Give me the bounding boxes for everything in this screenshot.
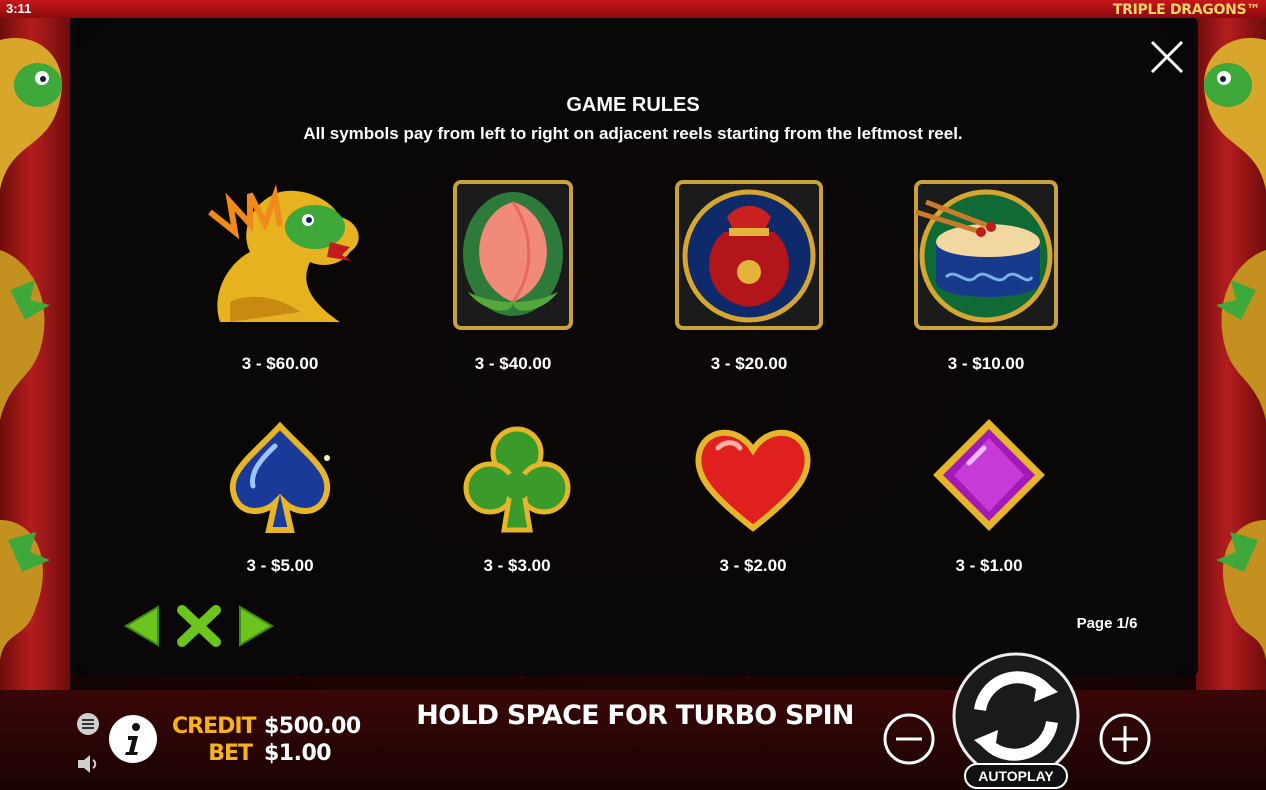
credit-value: $500.00 xyxy=(264,714,361,739)
money-bag-icon xyxy=(675,180,823,330)
turbo-spin-hint: HOLD SPACE FOR TURBO SPIN xyxy=(416,700,854,731)
symbol-card-dragon: 3 - $60.00 xyxy=(160,172,400,382)
diamond-icon xyxy=(933,419,1045,531)
payout-club: 3 - $3.00 xyxy=(483,556,551,575)
bet-value: $1.00 xyxy=(264,741,332,766)
drum-icon xyxy=(914,180,1058,330)
symbol-card-spade: 3 - $5.00 xyxy=(160,418,400,588)
payout-dragon: 3 - $60.00 xyxy=(241,354,319,373)
payout-money-bag: 3 - $20.00 xyxy=(710,354,788,373)
status-bar: 3:11 TRIPLE DRAGONS™ xyxy=(0,0,1266,18)
menu-icon[interactable] xyxy=(76,712,100,736)
payout-drum: 3 - $10.00 xyxy=(947,354,1025,373)
symbol-card-club: 3 - $3.00 xyxy=(397,418,637,588)
sound-icon[interactable] xyxy=(76,752,102,776)
game-title: TRIPLE DRAGONS™ xyxy=(1112,2,1260,18)
info-icon[interactable] xyxy=(108,714,158,764)
clock: 3:11 xyxy=(6,1,32,16)
peach-icon xyxy=(453,180,573,330)
club-icon xyxy=(463,426,571,533)
payout-peach: 3 - $40.00 xyxy=(474,354,552,373)
payout-spade: 3 - $5.00 xyxy=(246,556,314,575)
payout-diamond: 3 - $1.00 xyxy=(955,556,1023,575)
decrease-bet-icon[interactable] xyxy=(882,712,936,766)
heart-icon xyxy=(695,429,811,532)
rules-title: GAME RULES xyxy=(566,94,700,116)
spade-icon xyxy=(229,421,331,533)
page-indicator: Page 1/6 xyxy=(1076,615,1138,632)
increase-bet-icon[interactable] xyxy=(1098,712,1152,766)
credit-label: CREDIT xyxy=(172,714,257,739)
symbol-card-money-bag: 3 - $20.00 xyxy=(629,172,869,382)
symbol-card-diamond: 3 - $1.00 xyxy=(869,418,1109,588)
previous-page-icon[interactable] xyxy=(122,604,162,648)
symbol-card-peach: 3 - $40.00 xyxy=(393,172,633,382)
close-rules-x-icon[interactable] xyxy=(176,604,222,648)
autoplay-button[interactable]: AUTOPLAY xyxy=(964,763,1068,789)
dragon-icon xyxy=(208,184,359,322)
bet-label: BET xyxy=(208,741,253,766)
spin-icon[interactable] xyxy=(950,652,1082,768)
rules-subtitle: All symbols pay from left to right on ad… xyxy=(303,124,963,143)
payout-heart: 3 - $2.00 xyxy=(719,556,787,575)
close-icon[interactable] xyxy=(1146,36,1188,78)
next-page-icon[interactable] xyxy=(236,604,276,648)
symbol-card-drum: 3 - $10.00 xyxy=(866,172,1106,382)
symbol-card-heart: 3 - $2.00 xyxy=(633,418,873,588)
